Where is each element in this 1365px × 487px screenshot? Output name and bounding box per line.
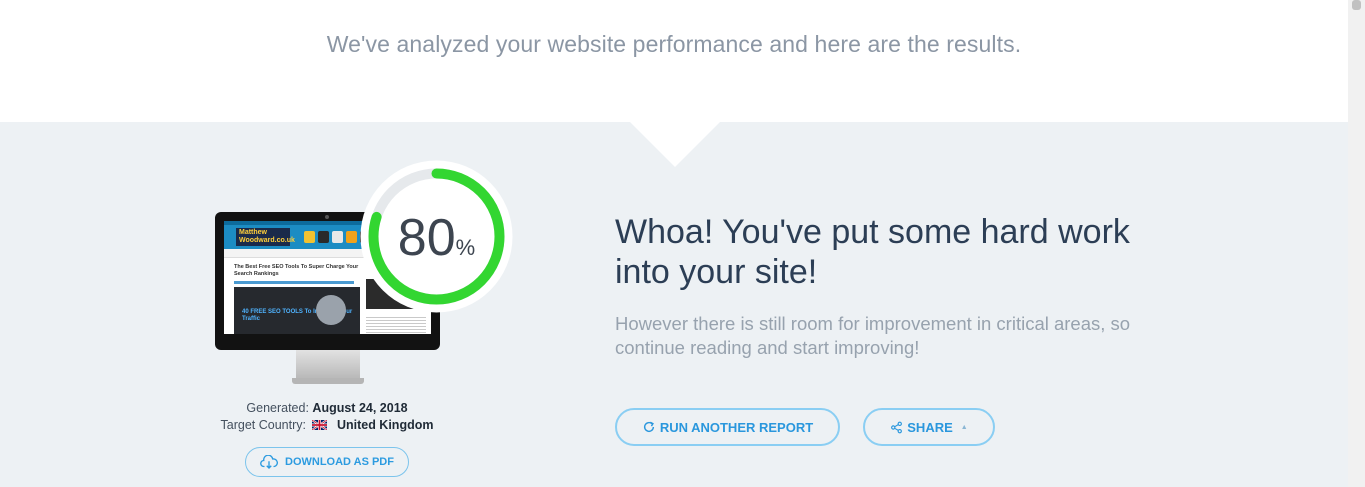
country-value: United Kingdom [336, 418, 434, 432]
share-label: SHARE [907, 419, 953, 435]
download-pdf-label: DOWNLOAD AS PDF [285, 456, 394, 468]
screenshot-logo: Matthew Woodward.co.uk [236, 228, 295, 246]
generated-date: August 24, 2018 [312, 401, 408, 415]
generated-line: Generated: August 24, 2018 [200, 400, 454, 417]
run-another-report-button[interactable]: RUN ANOTHER REPORT [615, 408, 840, 446]
screenshot-badge [346, 231, 357, 243]
score-number: 80 [397, 209, 456, 267]
scrollbar[interactable] [1348, 0, 1365, 487]
cloud-download-icon [260, 455, 278, 469]
screenshot-sidebar-text [366, 315, 426, 334]
header-section [0, 0, 1348, 122]
result-headline: Whoa! You've put some hard work into you… [615, 213, 1130, 291]
generated-label: Generated: [246, 401, 309, 415]
screenshot-share-bar [234, 281, 354, 284]
score-value: 80% [360, 208, 513, 268]
report-meta: Generated: August 24, 2018 Target Countr… [200, 400, 454, 434]
country-label: Target Country: [220, 418, 306, 432]
screenshot-badge [304, 231, 315, 243]
screenshot-badge [318, 231, 329, 243]
screenshot-article-title: The Best Free SEO Tools To Super Charge … [234, 264, 359, 277]
screenshot-article-image: 40 FREE SEO TOOLS To Increase Your Traff… [234, 287, 360, 334]
refresh-icon [643, 421, 654, 433]
intro-text: We've analyzed your website performance … [326, 31, 1022, 57]
caret-up-icon: ▲ [960, 423, 968, 431]
score-unit: % [455, 235, 476, 260]
screenshot-badge [332, 231, 343, 243]
scrollbar-thumb[interactable] [1352, 0, 1361, 10]
result-subtext: However there is still room for improvem… [615, 313, 1131, 358]
share-button[interactable]: SHARE ▲ [863, 408, 995, 446]
monitor-stand [296, 350, 360, 378]
monitor-stand-base [292, 378, 364, 384]
screenshot-tag-icon [316, 295, 346, 325]
panel-notch [630, 122, 720, 167]
country-line: Target Country: United Kingdom [200, 417, 454, 434]
run-another-report-label: RUN ANOTHER REPORT [659, 419, 814, 435]
share-icon [891, 421, 903, 433]
download-pdf-button[interactable]: DOWNLOAD AS PDF [245, 447, 409, 477]
uk-flag-icon [312, 420, 328, 430]
monitor-camera [325, 215, 329, 219]
